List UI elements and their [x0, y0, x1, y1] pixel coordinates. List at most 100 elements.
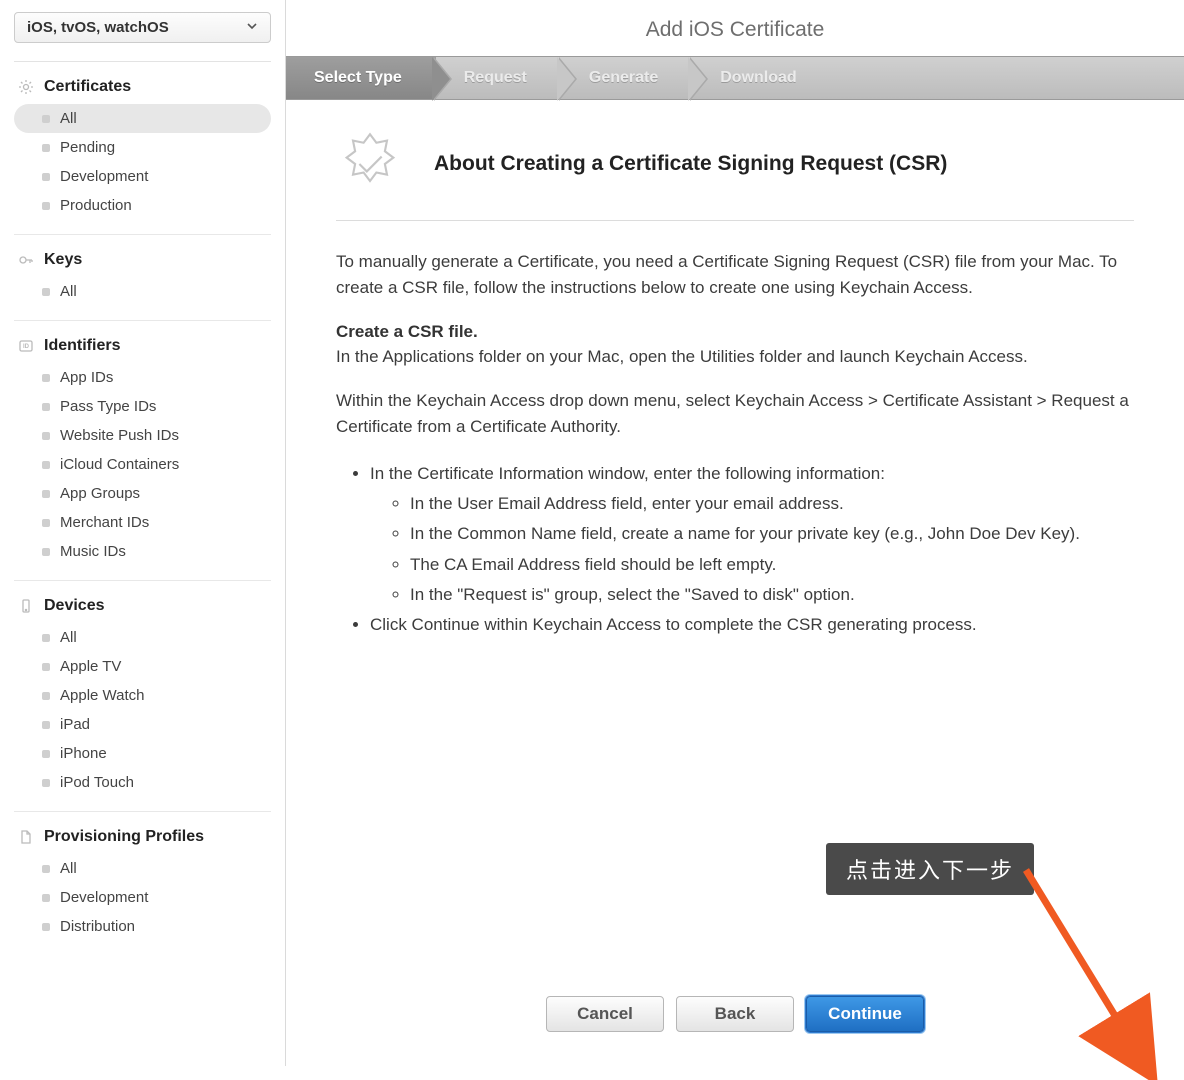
step-generate[interactable]: Generate	[561, 57, 692, 99]
id-icon: ID	[18, 338, 34, 354]
sidebar-item-all[interactable]: All	[14, 854, 271, 883]
page-title: Add iOS Certificate	[286, 0, 1184, 56]
section-title: Certificates	[44, 78, 131, 96]
file-icon	[18, 829, 34, 845]
cancel-button[interactable]: Cancel	[546, 996, 664, 1032]
section-header-keys[interactable]: Keys	[14, 245, 271, 275]
list-item: In the "Request is" group, select the "S…	[410, 582, 1134, 608]
sidebar-item-all[interactable]: All	[14, 277, 271, 306]
sidebar-item-ipad[interactable]: iPad	[14, 710, 271, 739]
sidebar-item-apple-watch[interactable]: Apple Watch	[14, 681, 271, 710]
bullet-icon	[42, 548, 50, 556]
section-title: Keys	[44, 251, 82, 269]
sidebar-item-app-ids[interactable]: App IDs	[14, 363, 271, 392]
button-row: Cancel Back Continue	[286, 978, 1184, 1054]
sidebar-item-label: Development	[60, 889, 148, 906]
step-bar: Select TypeRequestGenerateDownload	[286, 56, 1184, 100]
section-title: Provisioning Profiles	[44, 828, 204, 846]
sidebar-item-label: Merchant IDs	[60, 514, 149, 531]
list-item: In the User Email Address field, enter y…	[410, 491, 1134, 517]
sidebar-item-label: iPad	[60, 716, 90, 733]
bullet-icon	[42, 490, 50, 498]
bullet-icon	[42, 173, 50, 181]
sidebar-item-label: Apple Watch	[60, 687, 145, 704]
intro-paragraph: To manually generate a Certificate, you …	[336, 249, 1134, 302]
bullet-icon	[42, 692, 50, 700]
sidebar-item-apple-tv[interactable]: Apple TV	[14, 652, 271, 681]
csr-subhead: Create a CSR file.	[336, 322, 1134, 342]
sidebar-item-all[interactable]: All	[14, 104, 271, 133]
step-download[interactable]: Download	[692, 57, 830, 99]
main-panel: Add iOS Certificate Select TypeRequestGe…	[285, 0, 1184, 1066]
continue-button[interactable]: Continue	[806, 996, 924, 1032]
sidebar-item-label: All	[60, 860, 77, 877]
section-header-certificates[interactable]: Certificates	[14, 72, 271, 102]
section-title: Devices	[44, 597, 105, 615]
platform-selector-label: iOS, tvOS, watchOS	[27, 19, 169, 36]
sidebar-item-pending[interactable]: Pending	[14, 133, 271, 162]
bullet-icon	[42, 663, 50, 671]
bullet-icon	[42, 403, 50, 411]
bullet-icon	[42, 865, 50, 873]
sidebar-item-distribution[interactable]: Distribution	[14, 912, 271, 941]
back-button[interactable]: Back	[676, 996, 794, 1032]
bullet-icon	[42, 721, 50, 729]
section-header-provisioning-profiles[interactable]: Provisioning Profiles	[14, 822, 271, 852]
sidebar-item-ipod-touch[interactable]: iPod Touch	[14, 768, 271, 797]
section-title: Identifiers	[44, 337, 120, 355]
bullet-icon	[42, 894, 50, 902]
sidebar-item-label: iCloud Containers	[60, 456, 179, 473]
content-area: About Creating a Certificate Signing Req…	[286, 100, 1184, 1066]
list-item: In the Common Name field, create a name …	[410, 521, 1134, 547]
device-icon	[18, 598, 34, 614]
nested-list: In the User Email Address field, enter y…	[370, 491, 1134, 608]
bullet-icon	[42, 432, 50, 440]
bullet-icon	[42, 374, 50, 382]
instruction-list: In the Certificate Information window, e…	[336, 461, 1134, 639]
sidebar: iOS, tvOS, watchOS Certificates All Pendin…	[0, 0, 285, 1066]
sidebar-item-label: Music IDs	[60, 543, 126, 560]
sidebar-item-development[interactable]: Development	[14, 883, 271, 912]
sidebar-item-website-push-ids[interactable]: Website Push IDs	[14, 421, 271, 450]
sidebar-item-label: App Groups	[60, 485, 140, 502]
certificate-badge-icon	[336, 130, 404, 198]
sidebar-item-label: App IDs	[60, 369, 113, 386]
sidebar-item-label: Production	[60, 197, 132, 214]
platform-selector[interactable]: iOS, tvOS, watchOS	[14, 12, 271, 43]
bullet-icon	[42, 461, 50, 469]
annotation-callout: 点击进入下一步	[826, 843, 1034, 895]
bullet-icon	[42, 115, 50, 123]
bullet-icon	[42, 750, 50, 758]
sidebar-item-app-groups[interactable]: App Groups	[14, 479, 271, 508]
sidebar-item-pass-type-ids[interactable]: Pass Type IDs	[14, 392, 271, 421]
bullet-icon	[42, 779, 50, 787]
step-request[interactable]: Request	[436, 57, 561, 99]
sidebar-item-label: All	[60, 110, 77, 127]
bullet-icon	[42, 634, 50, 642]
sidebar-item-label: Apple TV	[60, 658, 121, 675]
sidebar-item-all[interactable]: All	[14, 623, 271, 652]
list-item: The CA Email Address field should be lef…	[410, 552, 1134, 578]
svg-text:ID: ID	[23, 344, 30, 350]
sidebar-item-icloud-containers[interactable]: iCloud Containers	[14, 450, 271, 479]
sidebar-item-merchant-ids[interactable]: Merchant IDs	[14, 508, 271, 537]
key-icon	[18, 252, 34, 268]
step-select-type[interactable]: Select Type	[286, 57, 436, 99]
section-header-devices[interactable]: Devices	[14, 591, 271, 621]
chevron-down-icon	[246, 19, 258, 36]
sidebar-item-iphone[interactable]: iPhone	[14, 739, 271, 768]
sidebar-item-label: Development	[60, 168, 148, 185]
sidebar-item-label: All	[60, 629, 77, 646]
bullet-icon	[42, 288, 50, 296]
sidebar-item-label: iPod Touch	[60, 774, 134, 791]
section-header-identifiers[interactable]: ID Identifiers	[14, 331, 271, 361]
sidebar-item-music-ids[interactable]: Music IDs	[14, 537, 271, 566]
bullet-icon	[42, 923, 50, 931]
sidebar-item-production[interactable]: Production	[14, 191, 271, 220]
list-item: Click Continue within Keychain Access to…	[370, 612, 1134, 638]
csr-para-2: In the Applications folder on your Mac, …	[336, 344, 1134, 370]
bullet-icon	[42, 202, 50, 210]
sidebar-item-label: Website Push IDs	[60, 427, 179, 444]
sidebar-item-label: Pending	[60, 139, 115, 156]
sidebar-item-development[interactable]: Development	[14, 162, 271, 191]
